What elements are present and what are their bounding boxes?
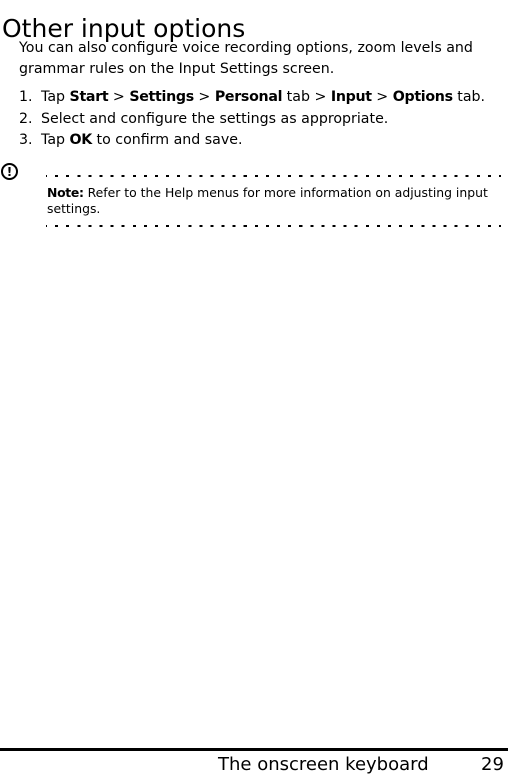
- step-item: 2. Select and configure the settings as …: [19, 109, 504, 131]
- steps-list: 1. Tap Start > Settings > Personal tab >…: [19, 87, 504, 152]
- intro-paragraph: You can also configure voice recording o…: [19, 40, 473, 77]
- step-number: 2.: [19, 110, 33, 127]
- menu-path-input: Input: [330, 89, 372, 105]
- step-text-part: >: [371, 89, 393, 105]
- step-number: 3.: [19, 132, 33, 148]
- note-text: Note: Refer to the Help menus for more i…: [47, 185, 502, 217]
- step-item: 3. Tap OK to confirm and save.: [19, 130, 504, 152]
- footer-section-title: The onscreen keyboard: [218, 754, 429, 775]
- step-text-part: Tap: [41, 89, 70, 105]
- menu-path-options: Options: [392, 89, 453, 105]
- step-text-part: to confirm and save.: [92, 132, 243, 148]
- step-text: Select and configure the settings as app…: [41, 110, 389, 127]
- step-text: Tap OK to confirm and save.: [41, 130, 243, 152]
- step-text-part: Tap: [41, 132, 70, 148]
- exclamation-circle-icon: !: [1, 163, 18, 180]
- note-divider-bottom: [46, 225, 501, 227]
- note-body: Refer to the Help menus for more informa…: [47, 185, 488, 216]
- ok-label: OK: [69, 132, 93, 148]
- footer-rule: [0, 748, 508, 751]
- step-text-part: >: [193, 89, 215, 105]
- menu-path-personal: Personal: [214, 89, 283, 105]
- menu-path-start: Start: [69, 89, 109, 105]
- step-number: 1.: [19, 89, 33, 105]
- note-divider-top: [46, 175, 501, 177]
- step-text-part: tab.: [452, 89, 486, 105]
- step-text: Tap Start > Settings > Personal tab > In…: [41, 87, 485, 109]
- page-number: 29: [481, 754, 504, 775]
- menu-path-settings: Settings: [129, 89, 194, 105]
- step-text-part: >: [108, 89, 130, 105]
- step-item: 1. Tap Start > Settings > Personal tab >…: [19, 87, 504, 109]
- note-label: Note:: [47, 185, 84, 200]
- step-text-part: tab >: [282, 89, 331, 105]
